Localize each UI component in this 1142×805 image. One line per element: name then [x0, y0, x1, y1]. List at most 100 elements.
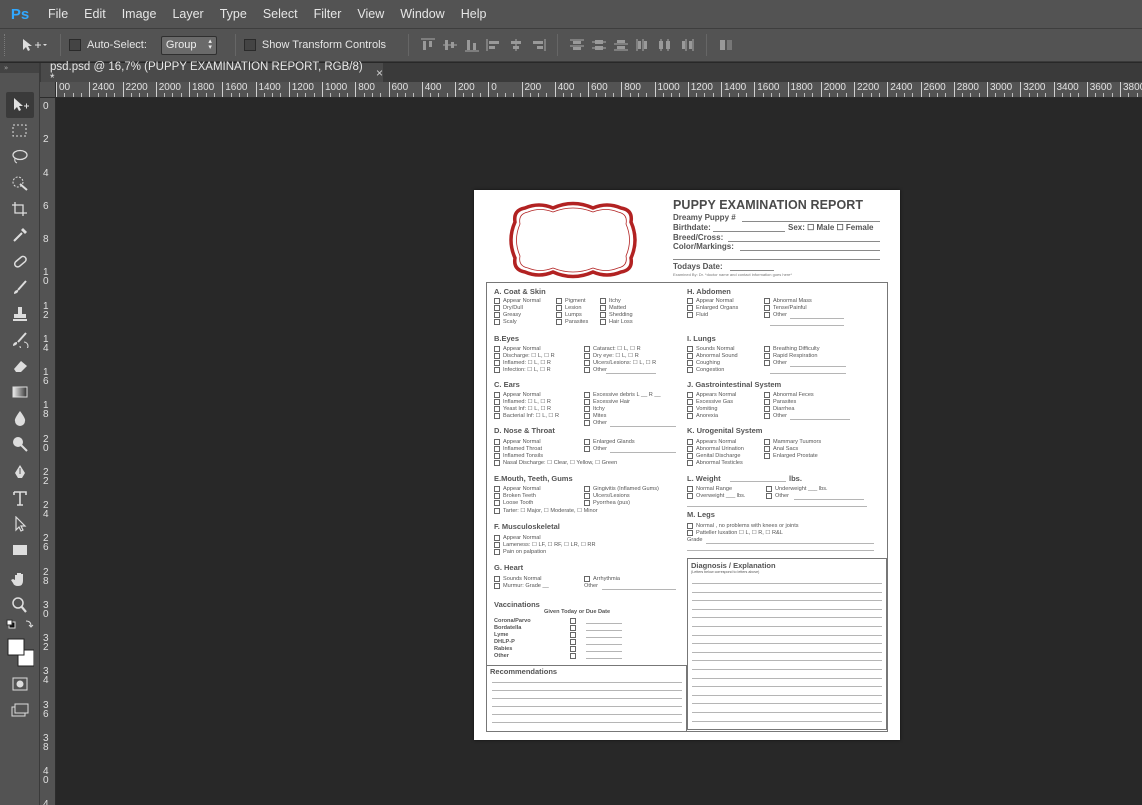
tool-preset-picker[interactable]	[16, 33, 52, 57]
checkbox-item[interactable]: Loose Tooth	[494, 500, 533, 506]
align-bottom-edges-icon[interactable]	[464, 37, 480, 53]
eyedropper-tool[interactable]	[6, 222, 34, 248]
align-vertical-centers-icon[interactable]	[442, 37, 458, 53]
menu-help[interactable]: Help	[453, 0, 495, 28]
options-grip[interactable]	[4, 34, 12, 56]
checkbox-item[interactable]: Pyorrhea (pus)	[584, 500, 630, 506]
checkbox-item[interactable]: Tense/Painful	[764, 305, 807, 311]
checkbox-item[interactable]: Scaly	[494, 319, 517, 325]
vaccination-checkbox[interactable]	[570, 653, 579, 659]
checkbox-item[interactable]: Lesion	[556, 305, 581, 311]
checkbox-item[interactable]: Pigment	[556, 298, 586, 304]
menu-window[interactable]: Window	[392, 0, 452, 28]
checkbox-item[interactable]: Abnormal Testicles	[687, 460, 743, 466]
checkbox-item[interactable]: Inflamed Tonsils	[494, 453, 543, 459]
distribute-bottom-edges-icon[interactable]	[613, 37, 629, 53]
checkbox-item[interactable]: Lumps	[556, 312, 582, 318]
path-selection-tool[interactable]	[6, 511, 34, 537]
checkbox-item[interactable]: Itchy	[600, 298, 621, 304]
zoom-tool[interactable]	[6, 592, 34, 618]
default-colors-toggle[interactable]	[6, 617, 34, 633]
dodge-tool[interactable]	[6, 431, 34, 457]
checkbox-item[interactable]: Vomiting	[687, 406, 717, 412]
checkbox-item[interactable]: Hair Loss	[600, 319, 633, 325]
checkbox-item[interactable]: Other	[766, 493, 789, 499]
ruler-origin[interactable]	[40, 82, 56, 98]
checkbox-item[interactable]: Abnormal Mass	[764, 298, 812, 304]
checkbox-item[interactable]: Dry/Dull	[494, 305, 523, 311]
checkbox-item[interactable]: Enlarged Prostate	[764, 453, 818, 459]
distribute-left-edges-icon[interactable]	[635, 37, 651, 53]
checkbox-item[interactable]: Appear Normal	[494, 298, 541, 304]
clone-stamp-tool[interactable]	[6, 301, 34, 327]
checkbox-item[interactable]: Coughing	[687, 360, 720, 366]
blur-tool[interactable]	[6, 405, 34, 431]
checkbox-item[interactable]: Shedding	[600, 312, 633, 318]
checkbox-item[interactable]: Gingivitis (Inflamed Gums)	[584, 486, 659, 492]
checkbox-item[interactable]: Murmur: Grade __	[494, 583, 549, 589]
checkbox-item[interactable]: Normal Range	[687, 486, 732, 492]
checkbox-item[interactable]: Excessive Hair	[584, 399, 630, 405]
checkbox-item[interactable]: Appears Normal	[687, 439, 736, 445]
close-icon[interactable]: ×	[376, 66, 383, 80]
align-left-edges-icon[interactable]	[486, 37, 502, 53]
menu-view[interactable]: View	[349, 0, 392, 28]
checkbox-item[interactable]: Excessive Gas	[687, 399, 733, 405]
checkbox-item[interactable]: Nasal Discharge: ☐ Clear, ☐ Yellow, ☐ Gr…	[494, 460, 617, 466]
rectangular-marquee-tool[interactable]	[6, 118, 34, 144]
rectangle-tool[interactable]	[6, 537, 34, 563]
checkbox-item[interactable]: Ulcers/Lesions	[584, 493, 630, 499]
auto-select-target-select[interactable]: Group ▴ ▾	[160, 35, 217, 55]
menu-file[interactable]: File	[40, 0, 76, 28]
checkbox-item[interactable]: Itchy	[584, 406, 605, 412]
checkbox-item[interactable]: Parasites	[764, 399, 796, 405]
menu-select[interactable]: Select	[255, 0, 306, 28]
checkbox-item[interactable]: Genital Discharge	[687, 453, 740, 459]
checkbox-item[interactable]: Other	[584, 420, 607, 426]
document-page[interactable]: PUPPY EXAMINATION REPORT Dreamy Puppy # …	[474, 190, 900, 740]
checkbox-item[interactable]: Abnormal Feces	[764, 392, 814, 398]
checkbox-item[interactable]: Breathing Difficulty	[764, 346, 820, 352]
checkbox-item[interactable]: Pain on palpation	[494, 549, 546, 555]
checkbox-item[interactable]: Infection: ☐ L, ☐ R	[494, 367, 551, 373]
auto-align-layers-icon[interactable]	[718, 37, 734, 53]
vaccination-checkbox[interactable]	[570, 639, 579, 645]
align-top-edges-icon[interactable]	[420, 37, 436, 53]
checkbox-item[interactable]: Sounds Normal	[687, 346, 735, 352]
checkbox-item[interactable]: Arrhythmia	[584, 576, 620, 582]
checkbox-item[interactable]: Bacterial Inf: ☐ L, ☐ R	[494, 413, 559, 419]
checkbox-item[interactable]: Other	[764, 360, 787, 366]
checkbox-item[interactable]: Yeast Inf: ☐ L, ☐ R	[494, 406, 551, 412]
checkbox-item[interactable]: Abnormal Urination	[687, 446, 744, 452]
color-swatches[interactable]	[6, 635, 34, 669]
distribute-horizontal-centers-icon[interactable]	[657, 37, 673, 53]
menu-layer[interactable]: Layer	[164, 0, 211, 28]
type-tool[interactable]	[6, 485, 34, 511]
checkbox-item[interactable]: Fluid	[687, 312, 708, 318]
vaccination-checkbox[interactable]	[570, 646, 579, 652]
align-horizontal-centers-icon[interactable]	[508, 37, 524, 53]
checkbox-item[interactable]: Patteller luxation ☐ L, ☐ R, ☐ R&L	[687, 530, 783, 536]
checkbox-item[interactable]: Appear Normal	[494, 486, 541, 492]
checkbox-item[interactable]: Normal , no problems with knees or joint…	[687, 523, 799, 529]
vaccination-checkbox[interactable]	[570, 618, 579, 624]
checkbox-item[interactable]: Other	[764, 413, 787, 419]
pen-tool[interactable]	[6, 459, 34, 485]
checkbox-item[interactable]: Enlarged Organs	[687, 305, 738, 311]
horizontal-ruler[interactable]: 00 2400 2200 2000 1800 1600 1400 1200 1000 800 600…	[56, 82, 1142, 98]
checkbox-item[interactable]: Diarrhea	[764, 406, 794, 412]
checkbox-item[interactable]: Abnormal Sound	[687, 353, 738, 359]
checkbox-item[interactable]: Excessive debris L __ R __	[584, 392, 661, 398]
checkbox-item[interactable]: Ulcers/Lesions: ☐ L, ☐ R	[584, 360, 656, 366]
vertical-ruler[interactable]: 024681012141618202224262830323436384042	[40, 98, 56, 805]
gradient-tool[interactable]	[6, 379, 34, 405]
checkbox-item[interactable]: Underweight ___ lbs.	[766, 486, 828, 492]
checkbox-item[interactable]: Appear Normal	[494, 439, 541, 445]
checkbox-item[interactable]: Inflamed: ☐ L, ☐ R	[494, 399, 551, 405]
checkbox-item[interactable]: Inflamed: ☐ L, ☐ R	[494, 360, 551, 366]
checkbox-item[interactable]: Congestion	[687, 367, 724, 373]
checkbox-item[interactable]: Discharge: ☐ L, ☐ R	[494, 353, 555, 359]
show-transform-controls-checkbox[interactable]	[243, 39, 256, 51]
checkbox-item[interactable]: Overweight ___ lbs.	[687, 493, 745, 499]
tools-panel-collapse[interactable]: »	[0, 63, 39, 73]
